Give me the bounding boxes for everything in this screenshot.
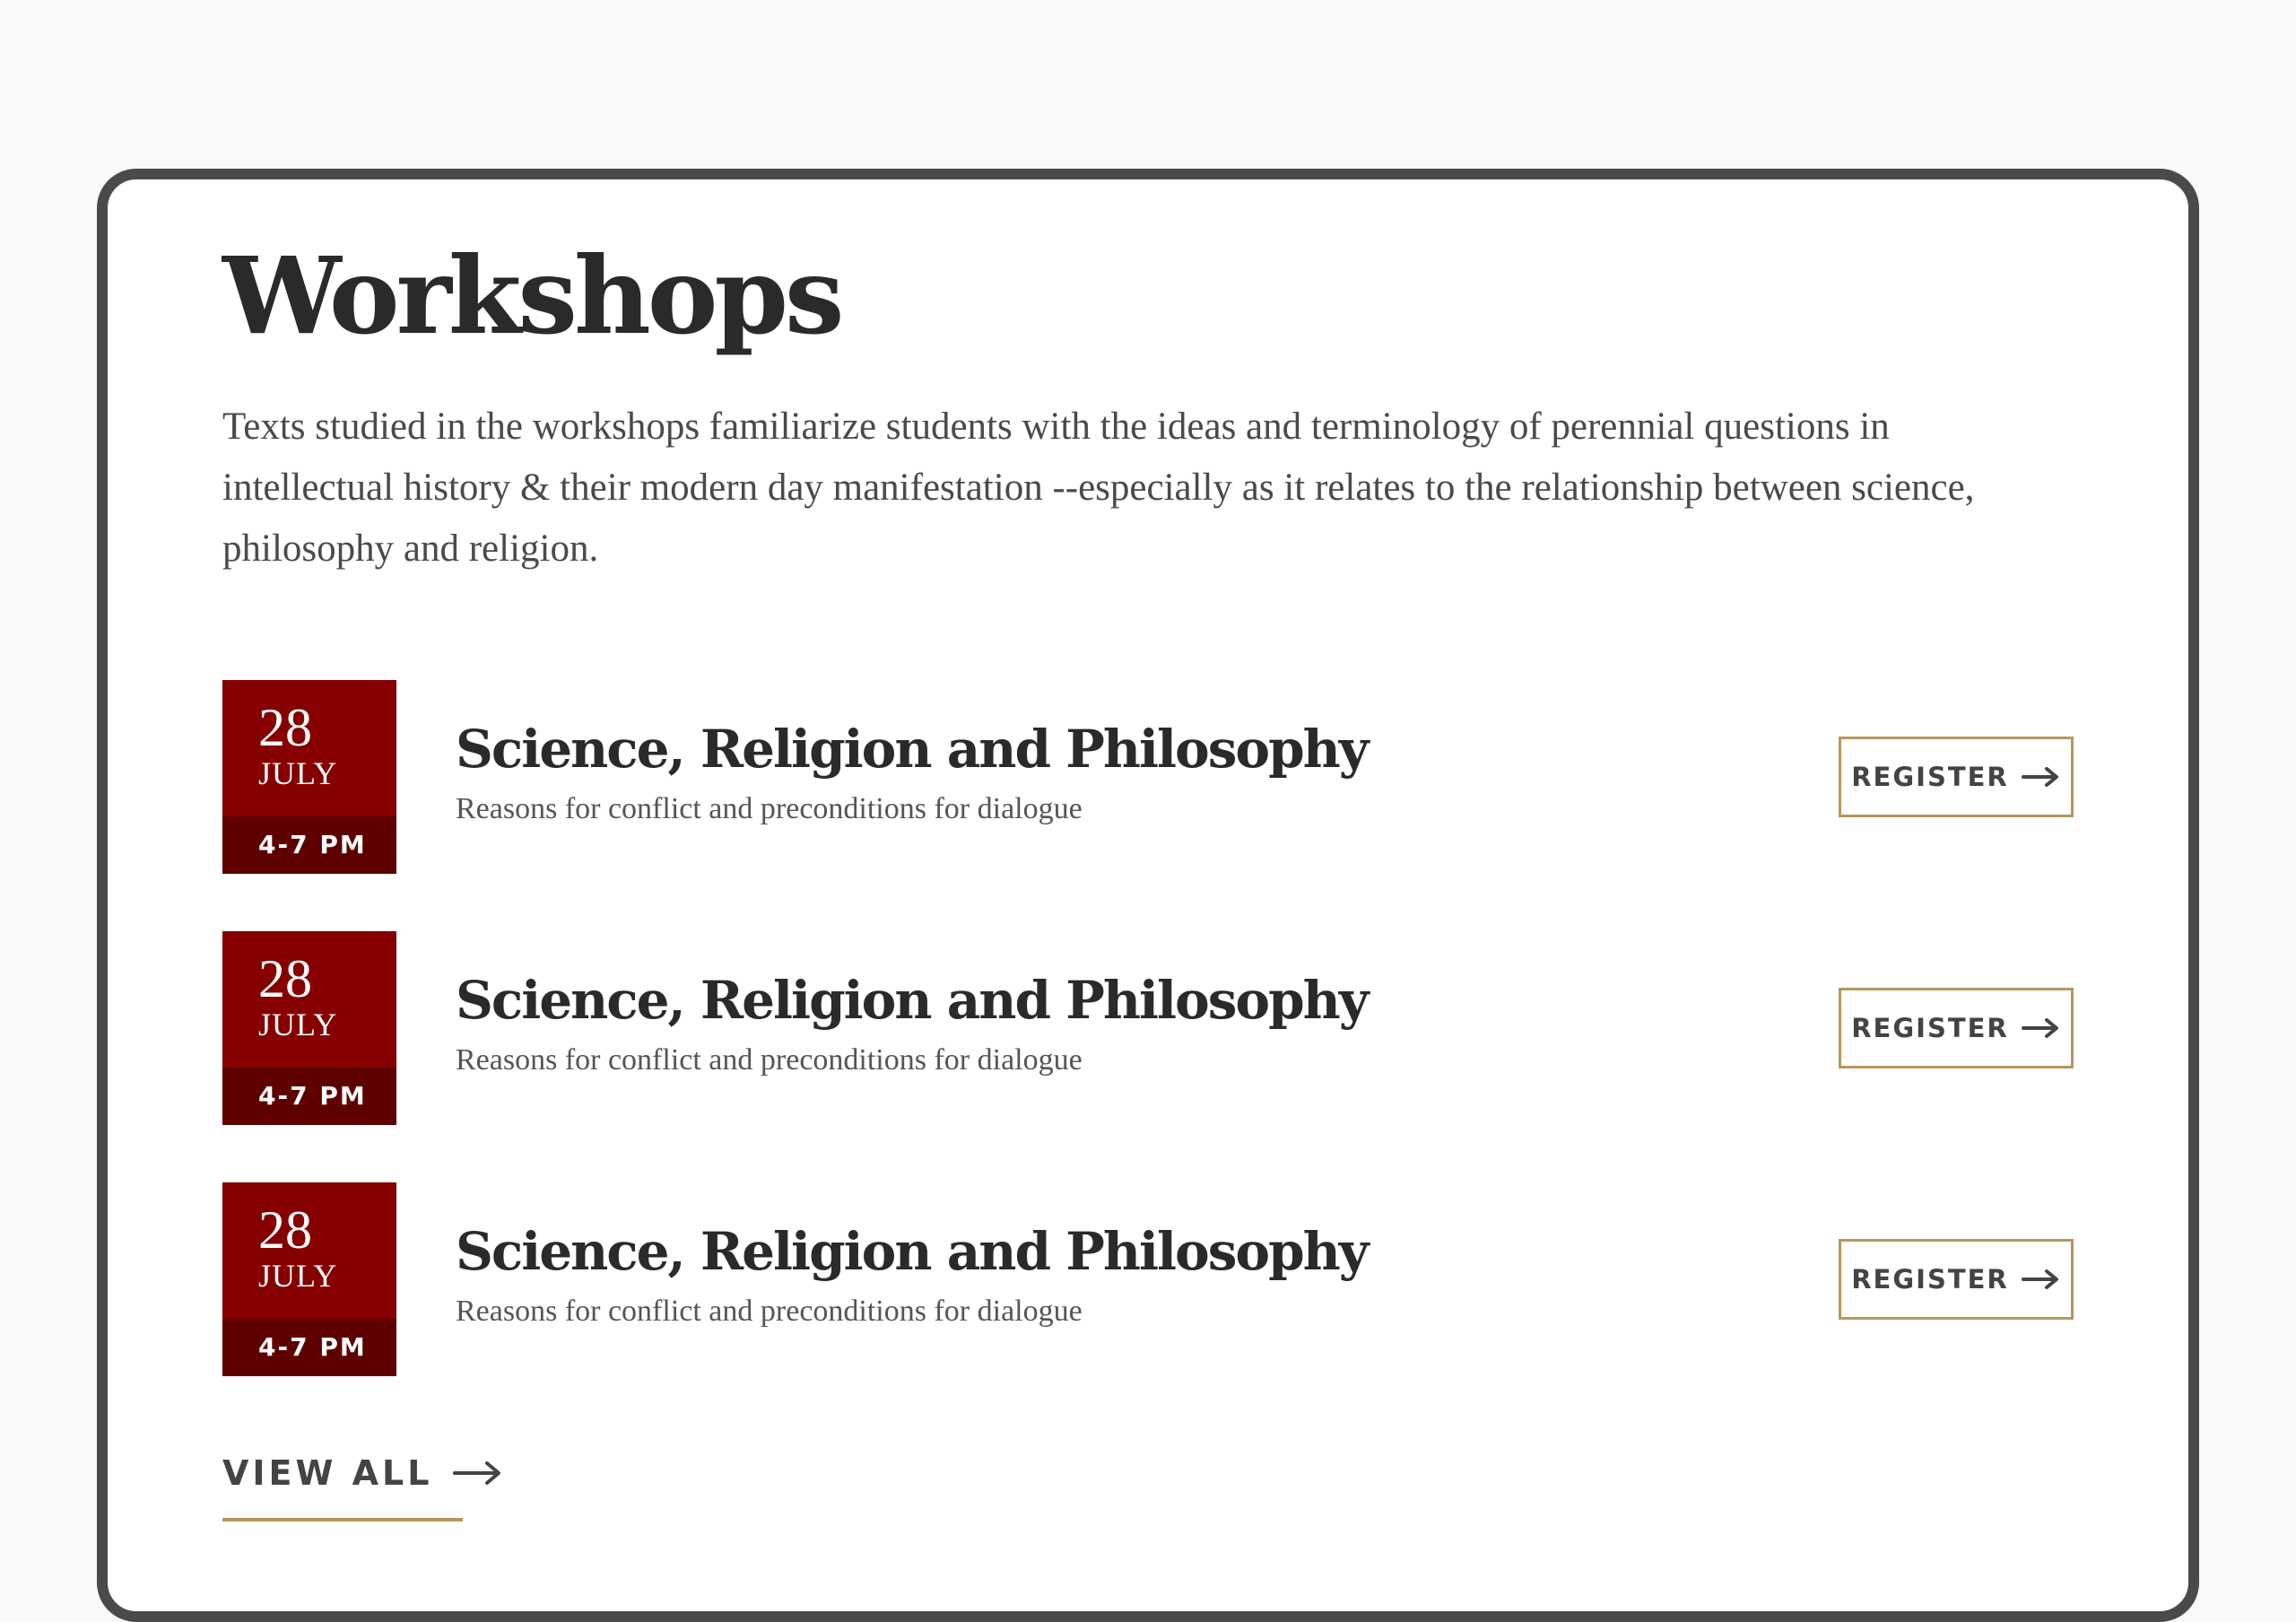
event-time: 4-7 PM bbox=[222, 1068, 396, 1125]
event-time: 4-7 PM bbox=[222, 1319, 396, 1376]
event-item: 28 JULY 4-7 PM Science, Religion and Phi… bbox=[222, 931, 2074, 1125]
register-button-label: REGISTER bbox=[1851, 762, 2009, 792]
register-button-label: REGISTER bbox=[1851, 1264, 2009, 1295]
event-day: 28 bbox=[258, 1200, 312, 1260]
event-subtitle: Reasons for conflict and preconditions f… bbox=[456, 792, 1083, 825]
view-all-content: VIEW ALL bbox=[222, 1446, 503, 1500]
event-day: 28 bbox=[258, 949, 312, 1008]
event-date-box: 28 JULY 4-7 PM bbox=[222, 1182, 396, 1376]
event-title[interactable]: Science, Religion and Philosophy bbox=[456, 1218, 1370, 1285]
arrow-right-icon bbox=[452, 1461, 500, 1485]
event-text: Science, Religion and Philosophy Reasons… bbox=[456, 967, 1370, 1080]
event-subtitle: Reasons for conflict and preconditions f… bbox=[456, 1295, 1083, 1328]
register-button[interactable]: REGISTER bbox=[1839, 737, 2074, 817]
arrow-right-icon bbox=[2021, 767, 2058, 787]
event-date-box: 28 JULY 4-7 PM bbox=[222, 680, 396, 874]
view-all-underline bbox=[222, 1518, 463, 1522]
event-list: 28 JULY 4-7 PM Science, Religion and Phi… bbox=[222, 680, 2074, 1434]
event-text: Science, Religion and Philosophy Reasons… bbox=[456, 1218, 1370, 1331]
event-time: 4-7 PM bbox=[222, 816, 396, 874]
section-title: Workshops bbox=[222, 233, 844, 358]
event-month: JULY bbox=[258, 1007, 338, 1042]
event-subtitle: Reasons for conflict and preconditions f… bbox=[456, 1043, 1083, 1077]
event-text: Science, Religion and Philosophy Reasons… bbox=[456, 716, 1370, 829]
section-intro: Texts studied in the workshops familiari… bbox=[222, 406, 1975, 570]
register-button-label: REGISTER bbox=[1851, 1013, 2009, 1043]
workshops-section-header: Workshops Texts studied in the workshops… bbox=[222, 233, 2079, 580]
event-day: 28 bbox=[258, 698, 312, 757]
event-month: JULY bbox=[258, 755, 338, 791]
event-title[interactable]: Science, Religion and Philosophy bbox=[456, 716, 1370, 782]
event-date-box: 28 JULY 4-7 PM bbox=[222, 931, 396, 1125]
arrow-right-icon bbox=[2021, 1269, 2058, 1289]
event-title[interactable]: Science, Religion and Philosophy bbox=[456, 967, 1370, 1033]
register-button[interactable]: REGISTER bbox=[1839, 1239, 2074, 1320]
arrow-right-icon bbox=[2021, 1018, 2058, 1038]
view-all-link[interactable]: VIEW ALL bbox=[222, 1446, 503, 1522]
event-item: 28 JULY 4-7 PM Science, Religion and Phi… bbox=[222, 1182, 2074, 1376]
register-button[interactable]: REGISTER bbox=[1839, 988, 2074, 1068]
event-item: 28 JULY 4-7 PM Science, Religion and Phi… bbox=[222, 680, 2074, 874]
event-month: JULY bbox=[258, 1258, 338, 1294]
view-all-label: VIEW ALL bbox=[222, 1453, 433, 1493]
